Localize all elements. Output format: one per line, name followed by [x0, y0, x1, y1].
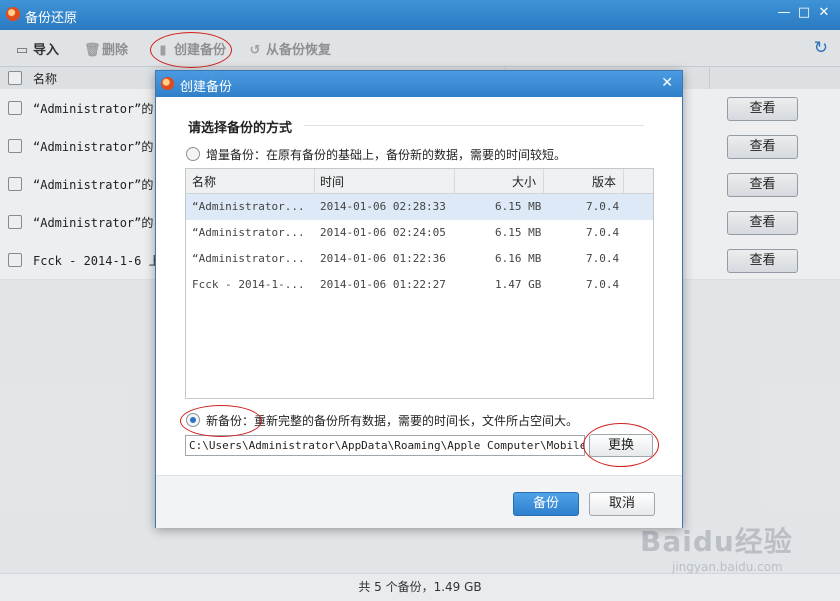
app-logo-icon [161, 77, 174, 90]
cancel-button[interactable]: 取消 [589, 492, 655, 516]
annotation-circle [180, 405, 262, 437]
cell-size: 6.15 MB [495, 200, 542, 213]
dialog-title: 创建备份 [180, 80, 233, 95]
app-logo-icon [6, 7, 20, 21]
annotation-circle [583, 423, 659, 467]
heading-divider [304, 125, 644, 126]
dialog-titlebar: 创建备份 ✕ [156, 71, 682, 97]
cell-size: 6.16 MB [495, 252, 542, 265]
column-header-version: 版本 [592, 175, 617, 189]
table-row[interactable]: “Administrator... 2014-01-06 02:28:33 6.… [186, 194, 653, 220]
column-header-time: 时间 [320, 175, 345, 189]
incremental-backup-radio[interactable] [186, 147, 200, 161]
cell-version: 7.0.4 [586, 278, 620, 291]
cell-version: 7.0.4 [586, 252, 620, 265]
column-divider [454, 169, 455, 193]
column-divider [314, 169, 315, 193]
cell-version: 7.0.4 [586, 226, 620, 239]
cell-size: 6.15 MB [495, 226, 542, 239]
column-divider [623, 169, 624, 193]
cell-version: 7.0.4 [586, 200, 620, 213]
cell-time: 2014-01-06 02:28:33 [320, 200, 446, 213]
cell-time: 2014-01-06 01:22:27 [320, 278, 446, 291]
backup-table: 名称 时间 大小 版本 “Administrator... 2014-01-06… [185, 168, 654, 399]
close-button[interactable]: ✕ [816, 5, 832, 23]
cell-size: 1.47 GB [495, 278, 542, 291]
cell-name: “Administrator... [192, 200, 305, 213]
backup-path-field[interactable]: C:\Users\Administrator\AppData\Roaming\A… [185, 435, 585, 456]
cell-time: 2014-01-06 02:24:05 [320, 226, 446, 239]
method-heading: 请选择备份的方式 [188, 121, 293, 136]
column-header-size: 大小 [512, 175, 537, 189]
status-bar: 共 5 个备份，1.49 GB [0, 573, 840, 601]
table-row[interactable]: Fcck - 2014-1-... 2014-01-06 01:22:27 1.… [186, 272, 653, 298]
column-divider [543, 169, 544, 193]
maximize-button[interactable]: □ [796, 5, 812, 23]
column-header-name: 名称 [192, 175, 217, 189]
cell-time: 2014-01-06 01:22:36 [320, 252, 446, 265]
backup-confirm-button[interactable]: 备份 [513, 492, 579, 516]
window-title: 备份还原 [25, 11, 78, 26]
cell-name: “Administrator... [192, 226, 305, 239]
table-row[interactable]: “Administrator... 2014-01-06 02:24:05 6.… [186, 220, 653, 246]
dialog-footer: 备份 取消 [156, 475, 682, 528]
table-row[interactable]: “Administrator... 2014-01-06 01:22:36 6.… [186, 246, 653, 272]
cell-name: “Administrator... [192, 252, 305, 265]
incremental-backup-label: 增量备份：在原有备份的基础上，备份新的数据，需要的时间较短。 [206, 148, 567, 162]
window-titlebar: 备份还原 — □ ✕ [0, 0, 840, 30]
dialog-close-icon[interactable]: ✕ [661, 75, 673, 91]
table-header: 名称 时间 大小 版本 [186, 169, 653, 194]
cell-name: Fcck - 2014-1-... [192, 278, 305, 291]
status-text: 共 5 个备份，1.49 GB [358, 580, 482, 594]
annotation-circle [150, 32, 232, 68]
minimize-button[interactable]: — [776, 5, 792, 23]
